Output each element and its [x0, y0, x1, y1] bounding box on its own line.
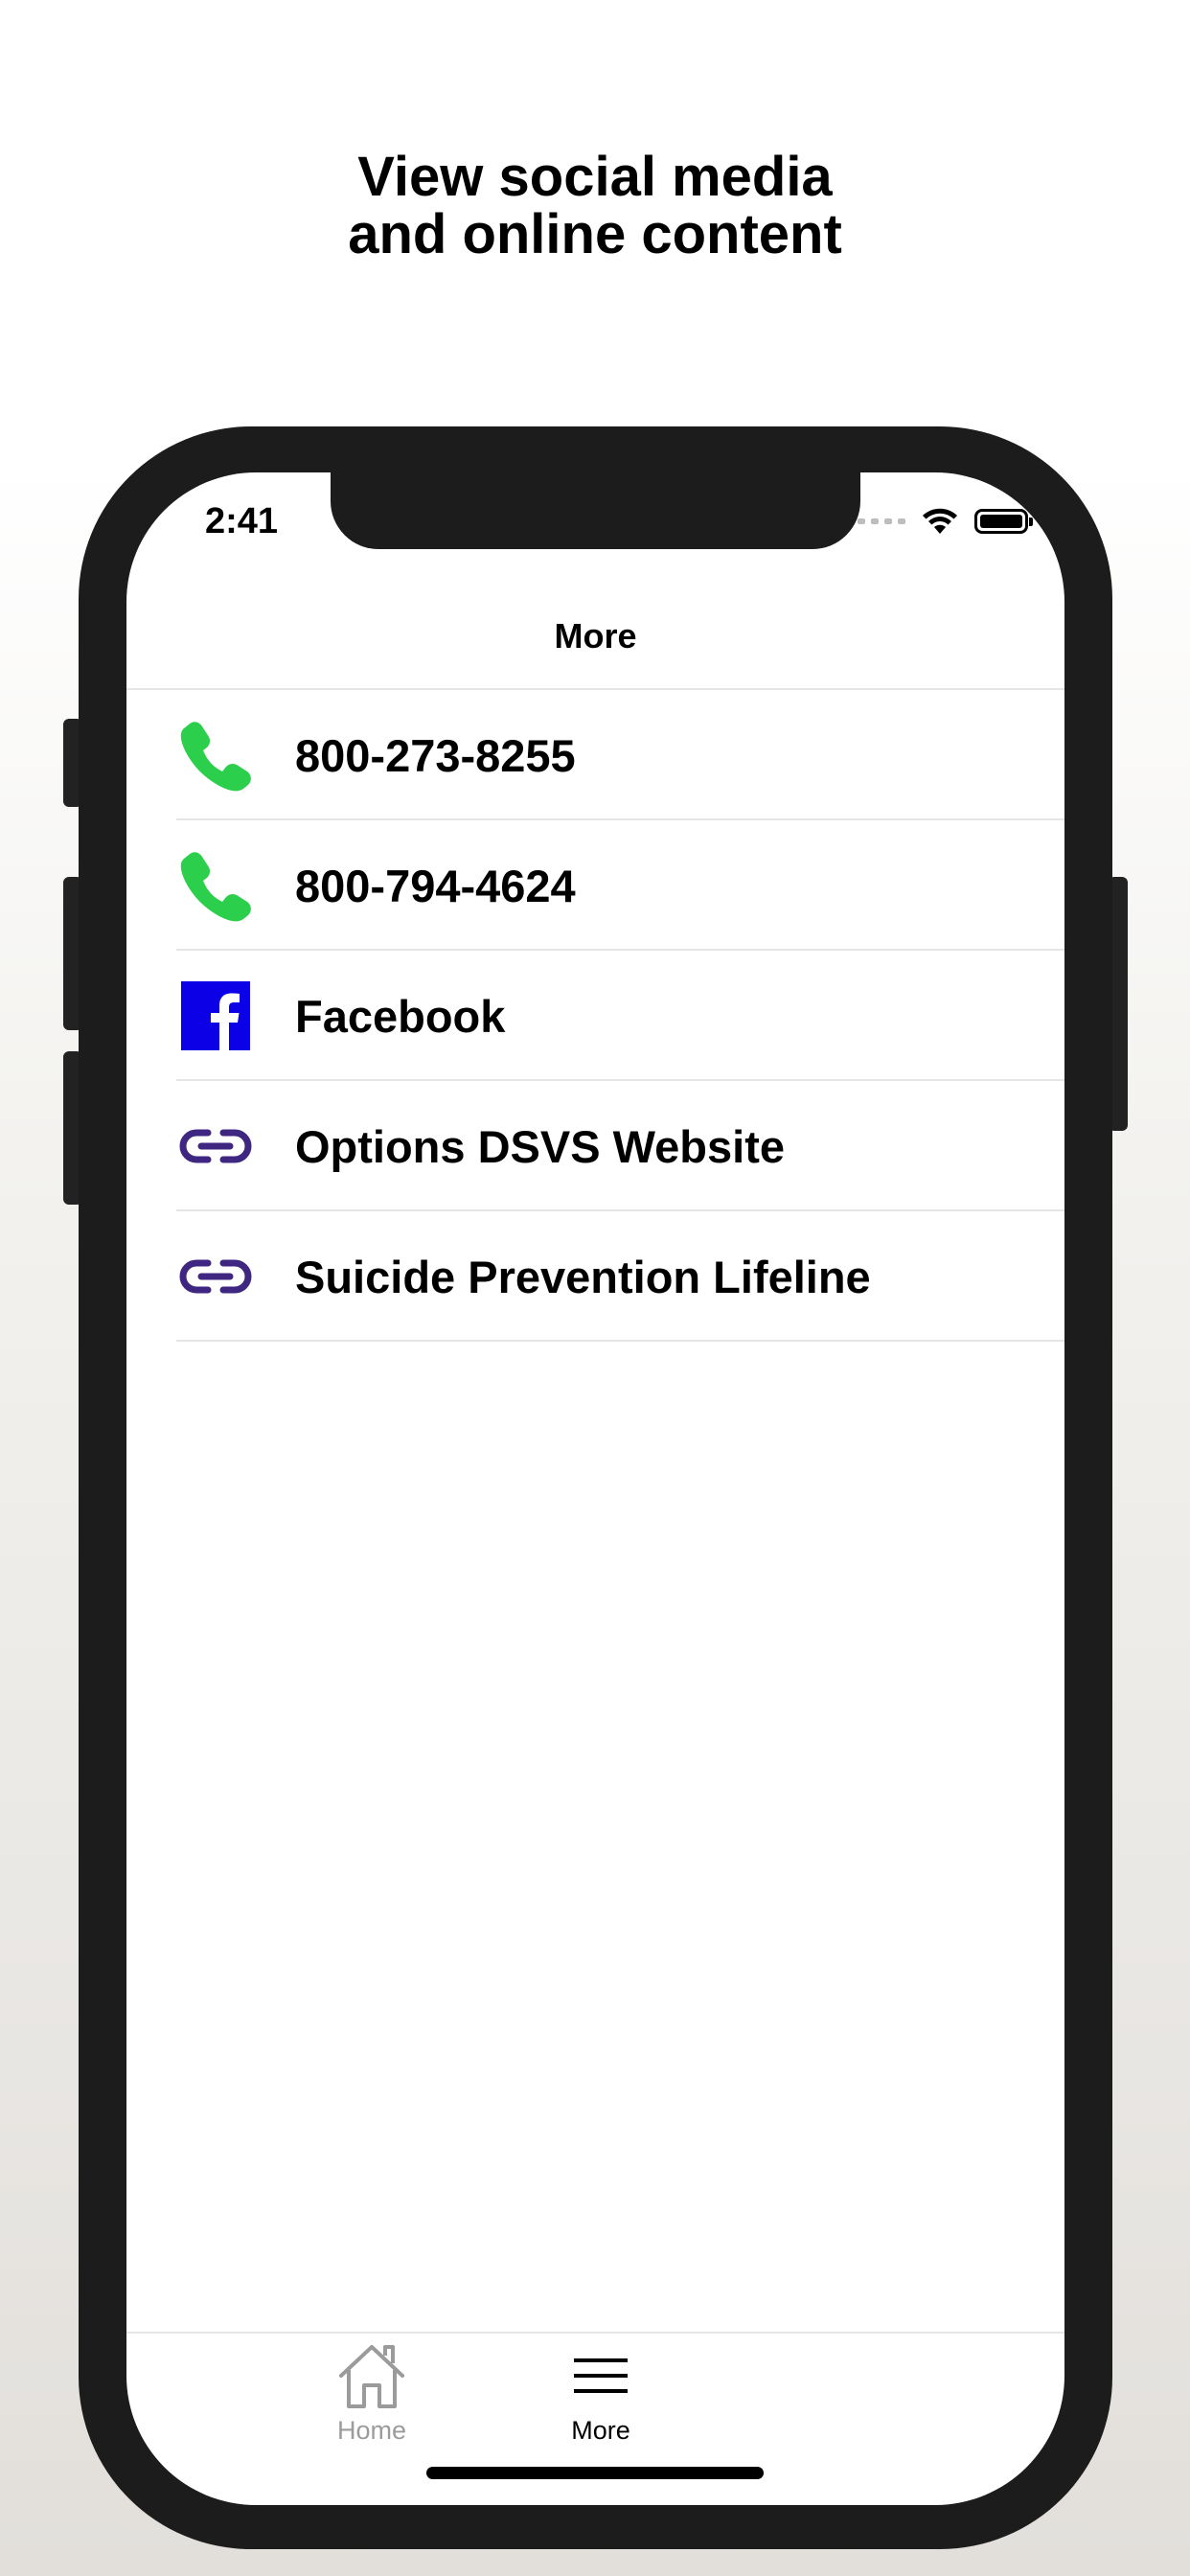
headline-line-1: View social media — [357, 146, 833, 208]
link-icon — [179, 1259, 252, 1294]
list-item-options-dsvs-website[interactable]: Options DSVS Website — [126, 1081, 1064, 1211]
list-item-phone-2[interactable]: 800-794-4624 — [126, 820, 1064, 951]
facebook-icon — [181, 981, 250, 1050]
status-time: 2:41 — [205, 501, 279, 541]
link-icon — [179, 1129, 252, 1163]
more-list: 800-273-8255 800-794-4624 Facebook Optio… — [126, 690, 1064, 1342]
list-item-facebook[interactable]: Facebook — [126, 951, 1064, 1081]
list-item-suicide-prevention-lifeline[interactable]: Suicide Prevention Lifeline — [126, 1211, 1064, 1342]
tab-home[interactable]: Home — [257, 2341, 487, 2446]
notch — [331, 472, 860, 549]
tab-more-label: More — [571, 2416, 630, 2445]
list-item-label: 800-794-4624 — [295, 860, 576, 911]
home-icon — [339, 2345, 404, 2408]
row-divider — [176, 1340, 1064, 1342]
headline-line-2: and online content — [348, 203, 842, 265]
phone-frame: 2:41 More 800-273-8255 800-794-4624 Face… — [79, 426, 1112, 2549]
list-item-label: Suicide Prevention Lifeline — [295, 1251, 871, 1302]
phone-screen: 2:41 More 800-273-8255 800-794-4624 Face… — [126, 472, 1064, 2505]
tab-home-label: Home — [336, 2416, 407, 2445]
nav-title: More — [554, 616, 637, 656]
status-icons — [858, 507, 1033, 536]
list-item-label: 800-273-8255 — [295, 729, 576, 781]
signal-icon — [858, 518, 905, 524]
tabbar-divider — [126, 2332, 1064, 2334]
battery-icon — [974, 509, 1033, 534]
phone-icon — [180, 852, 251, 922]
promo-headline: View social media and online content — [0, 149, 1190, 264]
list-item-label: Options DSVS Website — [295, 1120, 785, 1172]
phone-icon — [180, 722, 251, 792]
wifi-icon — [923, 508, 957, 534]
tab-more[interactable]: More — [486, 2341, 716, 2446]
list-item-phone-1[interactable]: 800-273-8255 — [126, 690, 1064, 820]
list-item-label: Facebook — [295, 990, 506, 1042]
home-indicator — [426, 2467, 764, 2479]
menu-icon — [574, 2358, 628, 2393]
